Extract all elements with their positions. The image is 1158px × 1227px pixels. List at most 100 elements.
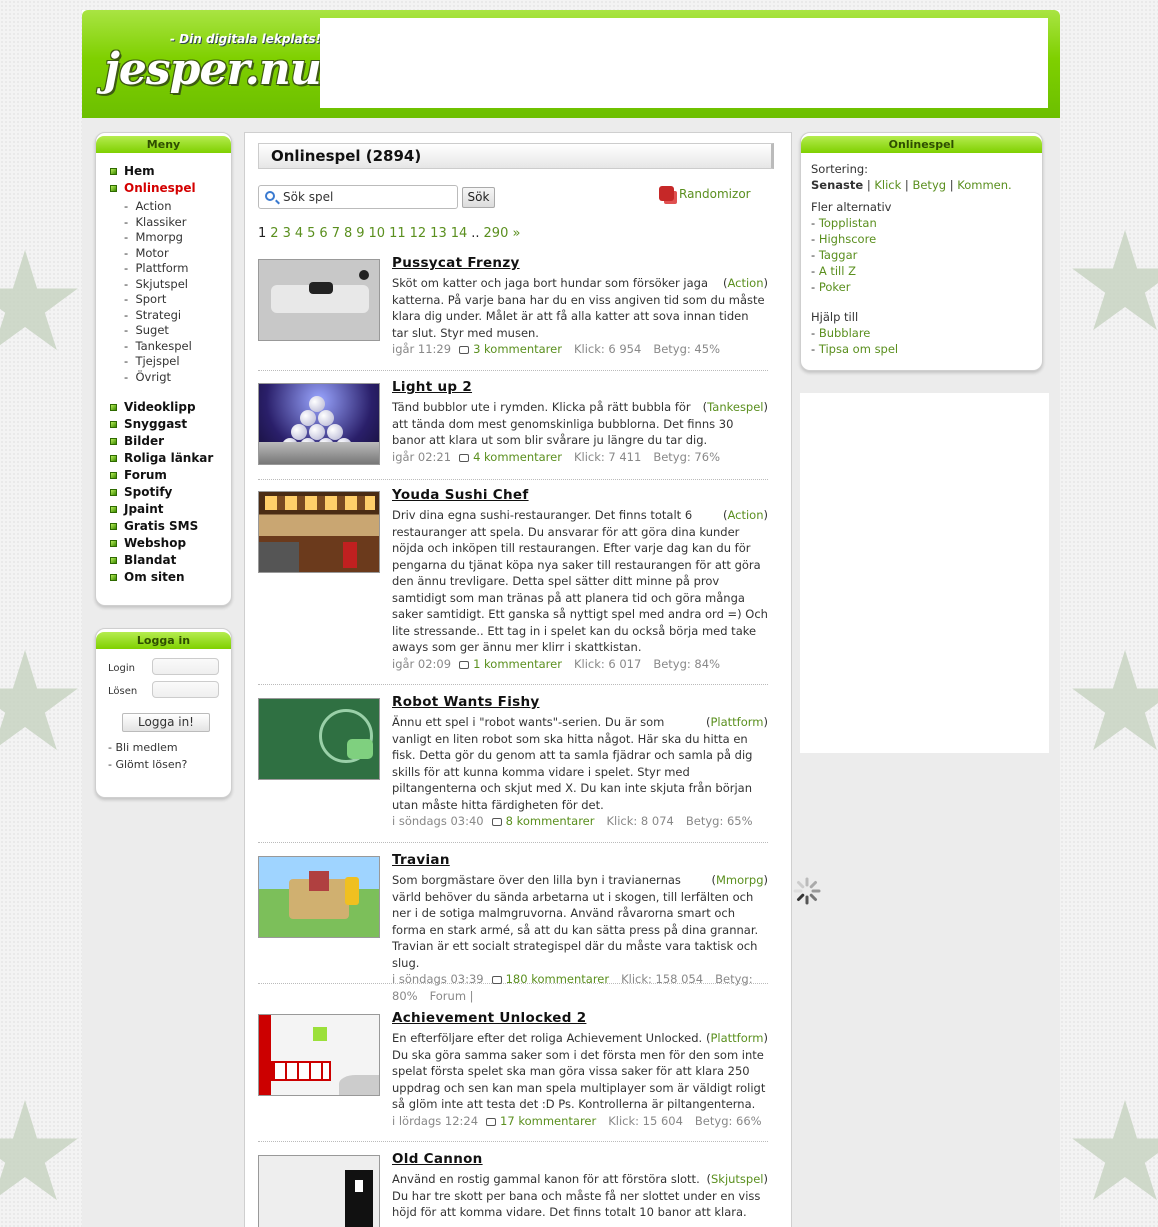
paren: ) bbox=[763, 1031, 769, 1045]
link-bubblare[interactable]: Bubblare bbox=[819, 326, 871, 340]
page-link[interactable]: 14 bbox=[451, 226, 468, 241]
game-clicks: Klick: 7 411 bbox=[573, 450, 642, 464]
game-thumbnail[interactable] bbox=[258, 1014, 380, 1096]
menu-item-videoklipp[interactable]: Videoklipp bbox=[110, 399, 231, 416]
menu-item-jpaint[interactable]: Jpaint bbox=[110, 501, 231, 518]
password-field[interactable] bbox=[152, 681, 219, 698]
game-comments-link[interactable]: 4 kommentarer bbox=[473, 450, 562, 464]
game-thumbnail[interactable] bbox=[258, 856, 380, 938]
game-thumbnail[interactable] bbox=[258, 1155, 380, 1227]
login-field[interactable] bbox=[152, 658, 219, 675]
menu-item-bilder[interactable]: Bilder bbox=[110, 433, 231, 450]
search-placeholder: Sök spel bbox=[283, 190, 334, 204]
submenu-item-tjejspel[interactable]: - Tjejspel bbox=[124, 354, 231, 370]
game-date: igår 02:21 bbox=[392, 450, 452, 464]
link-topplistan[interactable]: Topplistan bbox=[819, 216, 877, 230]
link-highscore[interactable]: Highscore bbox=[819, 232, 876, 246]
game-category[interactable]: (Tankespel) bbox=[703, 399, 768, 416]
game-comments-link[interactable]: 17 kommentarer bbox=[500, 1114, 596, 1128]
menu-item-spotify[interactable]: Spotify bbox=[110, 484, 231, 501]
link-tipsa-om-spel[interactable]: Tipsa om spel bbox=[819, 342, 898, 356]
page-link[interactable]: 9 bbox=[356, 226, 364, 241]
page-link[interactable]: 11 bbox=[389, 226, 406, 241]
game-comments-link[interactable]: 180 kommentarer bbox=[506, 972, 610, 986]
page-link[interactable]: 12 bbox=[410, 226, 427, 241]
game-description: (Tankespel) Tänd bubblor ute i rymden. Kl… bbox=[392, 399, 768, 449]
menu-item-label: Blandat bbox=[124, 553, 177, 567]
randomizer-link[interactable]: Randomizor bbox=[659, 186, 751, 201]
menu-item-roliga-länkar[interactable]: Roliga länkar bbox=[110, 450, 231, 467]
game-comments-link[interactable]: 8 kommentarer bbox=[506, 814, 595, 828]
sort-option-kommen[interactable]: Kommen. bbox=[957, 178, 1011, 192]
page-link[interactable]: 1 bbox=[258, 226, 266, 241]
game-category[interactable]: (Action) bbox=[723, 275, 768, 292]
page-link[interactable]: 10 bbox=[369, 226, 386, 241]
sort-option-betyg[interactable]: Betyg bbox=[912, 178, 946, 192]
search-button[interactable]: Sök bbox=[462, 187, 495, 208]
submenu-item-plattform[interactable]: - Plattform bbox=[124, 261, 231, 277]
game-title[interactable]: Pussycat Frenzy bbox=[392, 255, 520, 271]
game-thumbnail[interactable] bbox=[258, 259, 380, 341]
game-title[interactable]: Light up 2 bbox=[392, 379, 472, 395]
game-title[interactable]: Travian bbox=[392, 852, 450, 868]
menu-item-om-siten[interactable]: Om siten bbox=[110, 569, 231, 586]
game-thumbnail[interactable] bbox=[258, 383, 380, 465]
submenu-item-suget[interactable]: - Suget bbox=[124, 323, 231, 339]
game-title[interactable]: Robot Wants Fishy bbox=[392, 694, 539, 710]
forgot-password-link[interactable]: - Glömt lösen? bbox=[108, 758, 187, 771]
menu-box-title: Meny bbox=[96, 136, 231, 153]
game-category[interactable]: (Plattform) bbox=[706, 1030, 768, 1047]
game-comments-link[interactable]: 3 kommentarer bbox=[473, 342, 562, 356]
game-category[interactable]: (Mmorpg) bbox=[712, 872, 769, 889]
game-comments-link[interactable]: 1 kommentarer bbox=[473, 657, 562, 671]
game-category[interactable]: (Skjutspel) bbox=[706, 1171, 768, 1188]
link-a-till-z[interactable]: A till Z bbox=[819, 264, 856, 278]
login-button[interactable]: Logga in! bbox=[122, 713, 210, 732]
page-link[interactable]: 8 bbox=[344, 226, 352, 241]
page-link[interactable]: 290 » bbox=[484, 226, 521, 241]
more-links: - Topplistan - Highscore - Taggar - A till … bbox=[811, 215, 1032, 295]
sort-option-klick[interactable]: Klick bbox=[874, 178, 901, 192]
menu-item-snyggast[interactable]: Snyggast bbox=[110, 416, 231, 433]
menu-item-forum[interactable]: Forum bbox=[110, 467, 231, 484]
submenu-item-strategi[interactable]: - Strategi bbox=[124, 308, 231, 324]
submenu-item-tankespel[interactable]: - Tankespel bbox=[124, 339, 231, 355]
menu-item-hem[interactable]: Hem bbox=[110, 163, 231, 180]
register-link[interactable]: - Bli medlem bbox=[108, 741, 178, 754]
page-link[interactable]: 13 bbox=[430, 226, 447, 241]
menu-item-gratis-sms[interactable]: Gratis SMS bbox=[110, 518, 231, 535]
page-link[interactable]: 7 bbox=[332, 226, 340, 241]
submenu-item-skjutspel[interactable]: - Skjutspel bbox=[124, 277, 231, 293]
menu-item-onlinespel[interactable]: Onlinespel bbox=[110, 180, 231, 197]
game-forum-link[interactable]: Forum | bbox=[430, 989, 474, 1003]
link-taggar[interactable]: Taggar bbox=[819, 248, 858, 262]
site-header: - Din digitala lekplats! jesper.nu bbox=[82, 10, 1060, 118]
menu-item-blandat[interactable]: Blandat bbox=[110, 552, 231, 569]
submenu-item-motor[interactable]: - Motor bbox=[124, 246, 231, 262]
search-input[interactable]: Sök spel bbox=[258, 185, 458, 209]
game-title[interactable]: Achievement Unlocked 2 bbox=[392, 1010, 586, 1026]
game-category[interactable]: (Plattform) bbox=[706, 714, 768, 731]
paren: ) bbox=[763, 400, 769, 414]
submenu-item-action[interactable]: - Action bbox=[124, 199, 231, 215]
game-title[interactable]: Youda Sushi Chef bbox=[392, 487, 529, 503]
submenu-item-klassiker[interactable]: - Klassiker bbox=[124, 215, 231, 231]
submenu-item-övrigt[interactable]: - Övrigt bbox=[124, 370, 231, 386]
page-link[interactable]: 6 bbox=[319, 226, 327, 241]
game-category[interactable]: (Action) bbox=[723, 507, 768, 524]
game-description: (Skjutspel) Använd en rostig gammal kanon… bbox=[392, 1171, 768, 1221]
game-title[interactable]: Old Cannon bbox=[392, 1151, 483, 1167]
game-thumbnail[interactable] bbox=[258, 491, 380, 573]
sort-option-senaste[interactable]: Senaste bbox=[811, 178, 863, 192]
menu-item-webshop[interactable]: Webshop bbox=[110, 535, 231, 552]
page-link[interactable]: 5 bbox=[307, 226, 315, 241]
page-link[interactable]: 4 bbox=[295, 226, 303, 241]
game-thumbnail[interactable] bbox=[258, 698, 380, 780]
page-link[interactable]: 3 bbox=[283, 226, 291, 241]
submenu-item-sport[interactable]: - Sport bbox=[124, 292, 231, 308]
login-box-title: Logga in bbox=[96, 632, 231, 649]
link-poker[interactable]: Poker bbox=[819, 280, 851, 294]
submenu-item-mmorpg[interactable]: - Mmorpg bbox=[124, 230, 231, 246]
thumbnail-shape bbox=[259, 1015, 271, 1095]
page-link[interactable]: 2 bbox=[270, 226, 278, 241]
